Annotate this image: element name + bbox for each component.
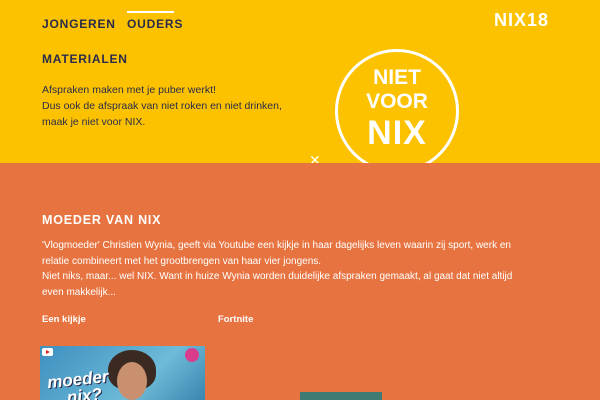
nav-ouders[interactable]: OUDERS [127, 17, 183, 31]
nav-materialen[interactable]: MATERIALEN [42, 52, 128, 66]
body-line: 'Vlogmoeder' Christien Wynia, geeft via … [42, 240, 511, 251]
close-x-icon: ✕ [309, 152, 321, 163]
badge-line: NIX [367, 114, 427, 152]
video-person-face [117, 362, 147, 400]
intro-line: maak je niet voor NIX. [42, 116, 146, 128]
section-title: MOEDER VAN NIX [42, 213, 162, 227]
nav-jongeren[interactable]: JONGEREN [42, 17, 116, 31]
body-line: relatie combineert met het grootbrengen … [42, 255, 322, 267]
body-line: even makkelijk... [42, 286, 116, 298]
intro-line: Afspraken maken met je puber werkt! [42, 84, 216, 96]
badge-line: VOOR [366, 90, 428, 113]
video-title-overlay: moeder nix? [46, 367, 111, 400]
header-section: JONGEREN OUDERS MATERIALEN Afspraken mak… [0, 0, 600, 163]
niet-voor-nix-badge: NIET VOOR NIX [335, 49, 459, 163]
nix18-logo[interactable]: NIX18 [494, 10, 549, 31]
intro-text: Afspraken maken met je puber werkt! Dus … [42, 82, 342, 130]
video-thumbnail-fortnite[interactable] [300, 392, 382, 400]
label-een-kijkje: Een kijkje [42, 314, 86, 325]
active-nav-indicator [127, 11, 174, 13]
content-section: MOEDER VAN NIX 'Vlogmoeder' Christien Wy… [0, 163, 600, 400]
badge-line: NIET [373, 66, 421, 89]
section-body: 'Vlogmoeder' Christien Wynia, geeft via … [42, 238, 572, 300]
youtube-icon[interactable] [42, 348, 53, 356]
channel-badge-icon [185, 348, 199, 362]
intro-line: Dus ook de afspraak van niet roken en ni… [42, 100, 282, 112]
label-fortnite: Fortnite [218, 314, 254, 325]
body-line: Niet niks, maar... wel NIX. Want in huiz… [42, 271, 513, 282]
video-thumbnail-een-kijkje[interactable]: moeder nix? [40, 346, 205, 400]
